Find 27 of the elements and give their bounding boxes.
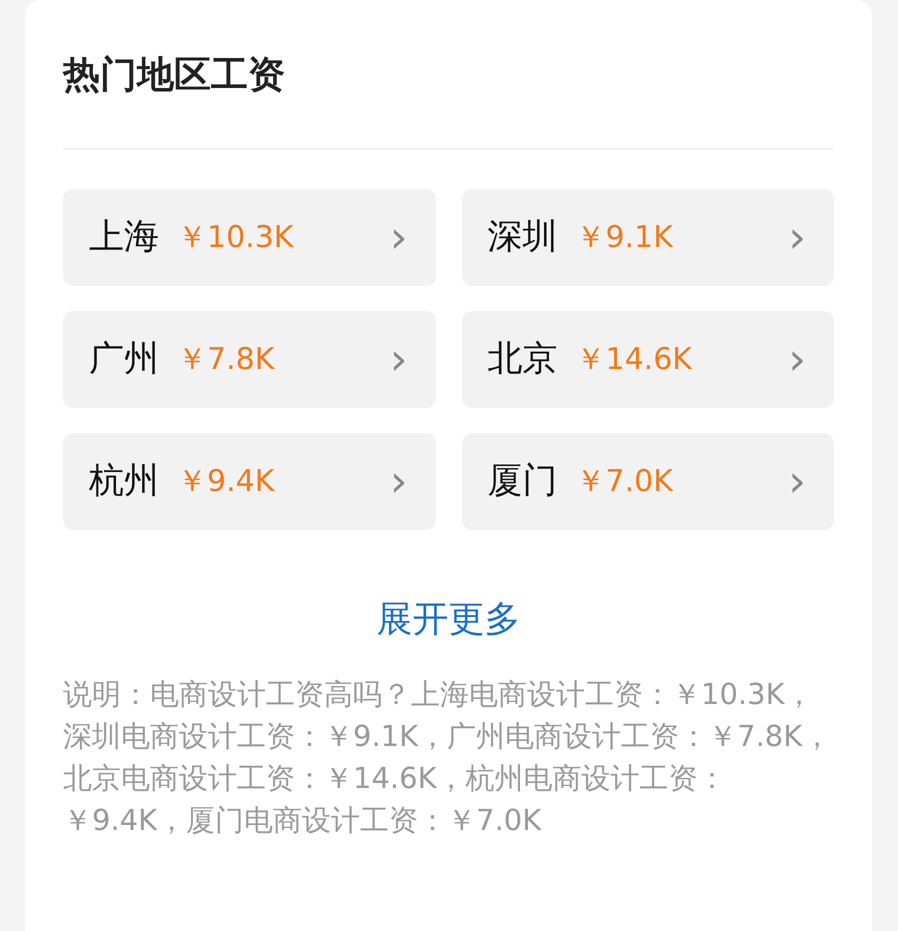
region-salary-item[interactable]: 厦门 ￥7.0K › xyxy=(462,433,834,530)
salary-value: ￥10.3K xyxy=(177,222,294,252)
salary-value: ￥9.1K xyxy=(576,222,673,252)
salary-value: ￥7.0K xyxy=(576,466,673,496)
expand-more-link[interactable]: 展开更多 xyxy=(376,595,520,645)
chevron-icon: › xyxy=(788,338,806,382)
salary-value: ￥7.8K xyxy=(177,344,274,374)
region-salary-item[interactable]: 北京 ￥14.6K › xyxy=(462,311,834,408)
region-salary-item[interactable]: 广州 ￥7.8K › xyxy=(63,311,436,408)
chevron-icon: › xyxy=(390,460,408,504)
chevron-icon: › xyxy=(390,216,408,260)
chevron-icon: › xyxy=(788,216,806,260)
city-name: 杭州 xyxy=(89,464,159,499)
city-name: 上海 xyxy=(89,220,159,255)
city-name: 深圳 xyxy=(488,220,558,255)
region-salary-item[interactable]: 深圳 ￥9.1K › xyxy=(462,189,834,286)
chevron-icon: › xyxy=(788,460,806,504)
section-title: 热门地区工资 xyxy=(63,0,834,150)
region-salary-item[interactable]: 上海 ￥10.3K › xyxy=(63,189,436,286)
description-text: 说明：电商设计工资高吗？上海电商设计工资：￥10.3K，深圳电商设计工资：￥9.1K，广州电商设计工资：￥7.8K，北京电商设计工资：￥14.6K，杭州电商设计工资：￥9.4K，厦门电商设计工资：￥7.0K xyxy=(63,676,832,839)
city-name: 北京 xyxy=(488,342,558,377)
city-name: 广州 xyxy=(89,342,159,377)
city-name: 厦门 xyxy=(488,464,558,499)
region-salary-item[interactable]: 杭州 ￥9.4K › xyxy=(63,433,436,530)
salary-value: ￥9.4K xyxy=(177,466,274,496)
salary-value: ￥14.6K xyxy=(576,344,692,374)
chevron-icon: › xyxy=(390,338,408,382)
